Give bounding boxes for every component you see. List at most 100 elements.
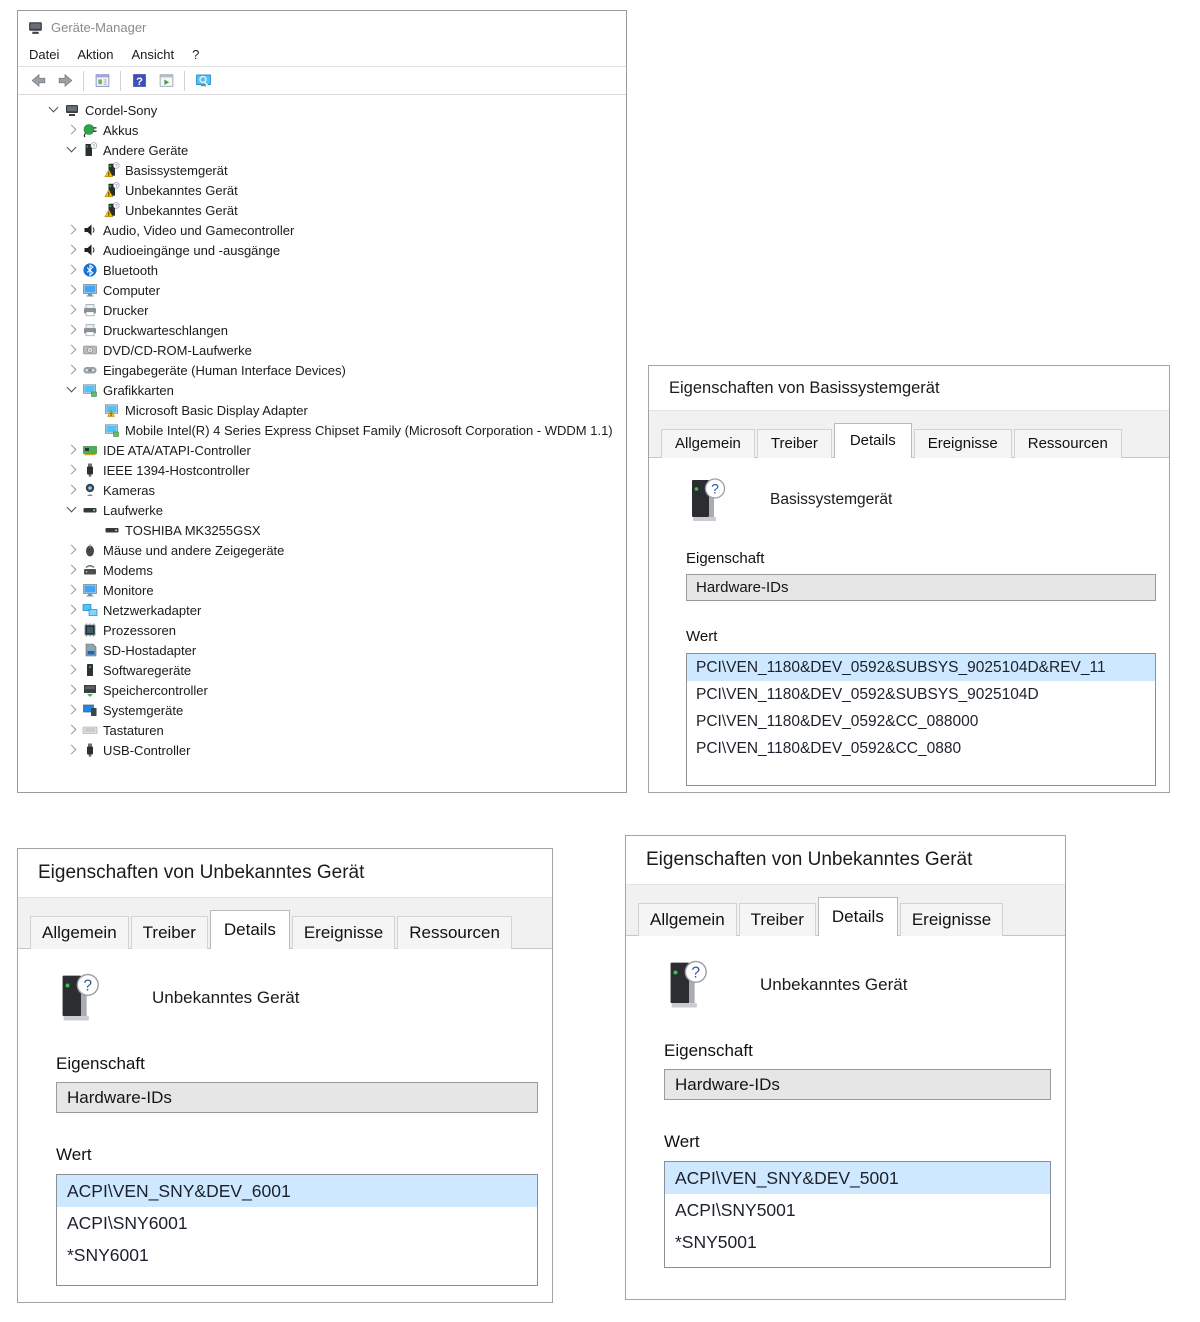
hardware-id-item[interactable]: ACPI\VEN_SNY&DEV_6001: [57, 1175, 537, 1207]
properties-button[interactable]: [90, 70, 114, 92]
tree-item[interactable]: Mobile Intel(R) 4 Series Express Chipset…: [18, 420, 626, 440]
tree-item[interactable]: Druckwarteschlangen: [18, 320, 626, 340]
tree-item[interactable]: TOSHIBA MK3255GSX: [18, 520, 626, 540]
tree-item[interactable]: Microsoft Basic Display Adapter: [18, 400, 626, 420]
properties-tab[interactable]: Ressourcen: [397, 916, 512, 949]
hardware-id-item[interactable]: ACPI\VEN_SNY&DEV_5001: [665, 1162, 1050, 1194]
expander-chevron-icon[interactable]: [64, 302, 80, 318]
expander-chevron-icon[interactable]: [64, 222, 80, 238]
property-dropdown[interactable]: Hardware-IDs: [686, 574, 1156, 601]
expander-chevron-icon[interactable]: [64, 722, 80, 738]
properties-tab[interactable]: Ereignisse: [900, 903, 1003, 936]
tree-item[interactable]: Modems: [18, 560, 626, 580]
expander-chevron-icon[interactable]: [64, 582, 80, 598]
expander-chevron-icon[interactable]: [64, 622, 80, 638]
hardware-id-item[interactable]: PCI\VEN_1180&DEV_0592&SUBSYS_9025104D: [687, 681, 1155, 708]
tree-item[interactable]: Audio, Video und Gamecontroller: [18, 220, 626, 240]
tree-item[interactable]: Computer: [18, 280, 626, 300]
property-dropdown[interactable]: Hardware-IDs: [56, 1082, 538, 1113]
tree-item[interactable]: Tastaturen: [18, 720, 626, 740]
properties-tab[interactable]: Ressourcen: [1014, 429, 1122, 458]
hardware-id-item[interactable]: ACPI\SNY6001: [57, 1207, 537, 1239]
expander-chevron-icon[interactable]: [64, 702, 80, 718]
expander-chevron-icon[interactable]: [64, 382, 80, 398]
tree-item[interactable]: Netzwerkadapter: [18, 600, 626, 620]
expander-chevron-icon[interactable]: [64, 542, 80, 558]
tree-item[interactable]: Andere Geräte: [18, 140, 626, 160]
expander-chevron-icon[interactable]: [64, 122, 80, 138]
expander-chevron-icon[interactable]: [64, 482, 80, 498]
expander-chevron-icon[interactable]: [64, 362, 80, 378]
tree-item-label: Akkus: [103, 122, 138, 138]
expander-chevron-icon[interactable]: [64, 322, 80, 338]
expander-chevron-icon[interactable]: [64, 142, 80, 158]
tree-item[interactable]: SD-Hostadapter: [18, 640, 626, 660]
tree-item[interactable]: Systemgeräte: [18, 700, 626, 720]
tree-item[interactable]: Unbekanntes Gerät: [18, 180, 626, 200]
properties-tab[interactable]: Details: [834, 423, 912, 458]
hardware-id-item[interactable]: *SNY5001: [665, 1226, 1050, 1258]
properties-tab[interactable]: Treiber: [757, 429, 832, 458]
expander-chevron-icon[interactable]: [64, 562, 80, 578]
expander-chevron-icon[interactable]: [64, 282, 80, 298]
expander-chevron-icon[interactable]: [64, 342, 80, 358]
property-label: Eigenschaft: [664, 1041, 1051, 1061]
expander-chevron-icon[interactable]: [64, 462, 80, 478]
expander-chevron-icon[interactable]: [46, 102, 62, 118]
properties-tab[interactable]: Details: [818, 897, 898, 936]
back-button[interactable]: [26, 70, 50, 92]
tree-item[interactable]: IDE ATA/ATAPI-Controller: [18, 440, 626, 460]
tree-item[interactable]: Akkus: [18, 120, 626, 140]
hardware-id-item[interactable]: PCI\VEN_1180&DEV_0592&CC_0880: [687, 735, 1155, 762]
show-window-button[interactable]: [154, 70, 178, 92]
scan-hardware-button[interactable]: [191, 70, 215, 92]
menu-item[interactable]: Aktion: [68, 44, 122, 65]
tree-item-label: Computer: [103, 282, 160, 298]
expander-chevron-icon[interactable]: [64, 262, 80, 278]
tree-item[interactable]: Speichercontroller: [18, 680, 626, 700]
forward-button[interactable]: [53, 70, 77, 92]
properties-tab[interactable]: Ereignisse: [292, 916, 395, 949]
properties-tab[interactable]: Allgemein: [638, 903, 737, 936]
hardware-id-item[interactable]: *SNY6001: [57, 1239, 537, 1271]
help-button[interactable]: [127, 70, 151, 92]
expander-chevron-icon[interactable]: [64, 642, 80, 658]
tree-item[interactable]: Eingabegeräte (Human Interface Devices): [18, 360, 626, 380]
tree-item[interactable]: Drucker: [18, 300, 626, 320]
tree-item[interactable]: Bluetooth: [18, 260, 626, 280]
tree-item[interactable]: Unbekanntes Gerät: [18, 200, 626, 220]
expander-chevron-icon[interactable]: [64, 682, 80, 698]
tree-item[interactable]: Basissystemgerät: [18, 160, 626, 180]
menu-item[interactable]: ?: [183, 44, 208, 65]
menu-item[interactable]: Datei: [20, 44, 68, 65]
tree-item[interactable]: Prozessoren: [18, 620, 626, 640]
properties-tab[interactable]: Allgemein: [30, 916, 129, 949]
expander-chevron-icon[interactable]: [64, 242, 80, 258]
expander-chevron-icon[interactable]: [64, 662, 80, 678]
hardware-id-item[interactable]: ACPI\SNY5001: [665, 1194, 1050, 1226]
expander-chevron-icon[interactable]: [64, 502, 80, 518]
properties-tab[interactable]: Treiber: [739, 903, 816, 936]
tree-item[interactable]: IEEE 1394-Hostcontroller: [18, 460, 626, 480]
tree-item[interactable]: Audioeingänge und -ausgänge: [18, 240, 626, 260]
tree-item[interactable]: Grafikkarten: [18, 380, 626, 400]
tree-item[interactable]: Laufwerke: [18, 500, 626, 520]
tree-item[interactable]: Monitore: [18, 580, 626, 600]
expander-chevron-icon[interactable]: [64, 742, 80, 758]
tree-item[interactable]: Kameras: [18, 480, 626, 500]
properties-tab[interactable]: Treiber: [131, 916, 208, 949]
expander-chevron-icon[interactable]: [64, 442, 80, 458]
tree-item[interactable]: Mäuse und andere Zeigegeräte: [18, 540, 626, 560]
hardware-id-item[interactable]: PCI\VEN_1180&DEV_0592&CC_088000: [687, 708, 1155, 735]
properties-tab[interactable]: Details: [210, 910, 290, 949]
properties-tab[interactable]: Allgemein: [661, 429, 755, 458]
tree-item[interactable]: Softwaregeräte: [18, 660, 626, 680]
menu-item[interactable]: Ansicht: [123, 44, 184, 65]
tree-item[interactable]: USB-Controller: [18, 740, 626, 760]
expander-chevron-icon[interactable]: [64, 602, 80, 618]
hardware-id-item[interactable]: PCI\VEN_1180&DEV_0592&SUBSYS_9025104D&RE…: [687, 654, 1155, 681]
tree-item[interactable]: DVD/CD-ROM-Laufwerke: [18, 340, 626, 360]
property-dropdown[interactable]: Hardware-IDs: [664, 1069, 1051, 1100]
tree-item[interactable]: Cordel-Sony: [18, 100, 626, 120]
properties-tab[interactable]: Ereignisse: [914, 429, 1012, 458]
